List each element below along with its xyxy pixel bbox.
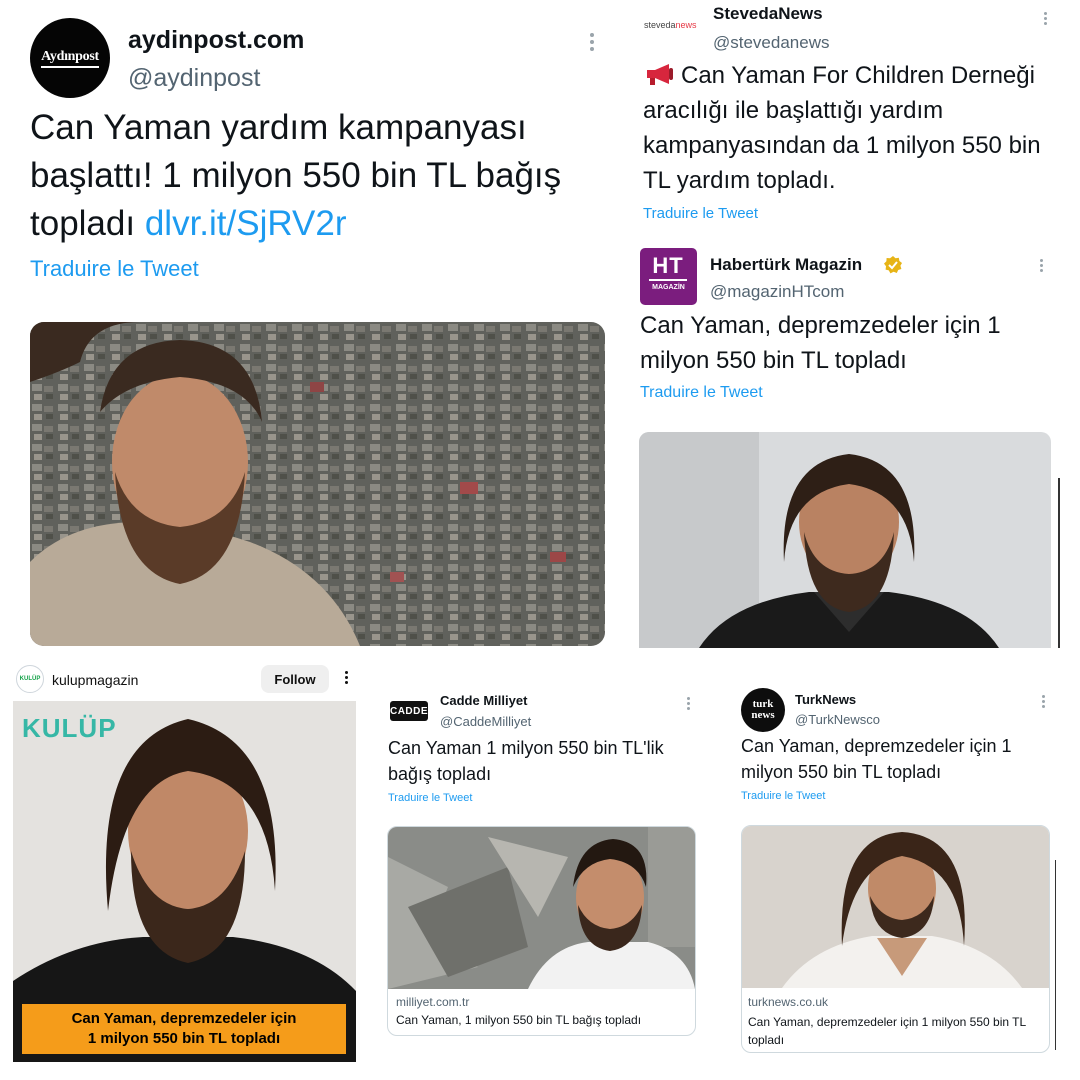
aydinpost-more-icon[interactable] [590, 33, 594, 51]
haberturk-display-name[interactable]: Habertürk Magazin [710, 255, 862, 275]
aydinpost-handle[interactable]: @aydinpost [128, 64, 260, 93]
panel3-scrollbar[interactable] [1058, 478, 1060, 648]
aydinpost-tweet-image[interactable] [30, 322, 605, 646]
banner-line-1: Can Yaman, depremzedeler için [71, 1010, 297, 1027]
turknews-more-icon[interactable] [1042, 695, 1045, 708]
kulupmagazin-headline-banner: Can Yaman, depremzedeler için 1 milyon 5… [22, 1004, 346, 1054]
verified-badge-icon [884, 256, 902, 274]
caddemilliyet-card-title: Can Yaman, 1 milyon 550 bin TL bağış top… [396, 1013, 642, 1027]
caddemilliyet-card-domain: milliyet.com.tr [396, 995, 470, 1009]
caddemilliyet-display-name[interactable]: Cadde Milliyet [440, 693, 527, 708]
haberturk-more-icon[interactable] [1040, 259, 1043, 272]
turknews-tweet-text: Can Yaman, depremzedeler için 1 milyon 5… [741, 736, 1012, 782]
caddemilliyet-more-icon[interactable] [687, 697, 690, 710]
caddemilliyet-translate-link[interactable]: Traduire le Tweet [388, 792, 472, 804]
aydinpost-display-name[interactable]: aydinpost.com [128, 26, 304, 55]
turknews-display-name[interactable]: TurkNews [795, 692, 856, 707]
turknews-translate-link[interactable]: Traduire le Tweet [741, 790, 825, 802]
kulupmagazin-avatar[interactable]: KULÜP [16, 665, 44, 693]
kulup-watermark-logo: KULÜP [22, 713, 117, 743]
caddemilliyet-handle[interactable]: @CaddeMilliyet [440, 714, 531, 729]
aydinpost-avatar-text: Aydınpost [41, 49, 99, 68]
aydinpost-tweet-text: Can Yaman yardım kampanyası başlattı! 1 … [30, 104, 610, 248]
haberturk-tweet-image[interactable] [639, 432, 1051, 648]
stevedanews-logo-accent: news [675, 20, 697, 30]
banner-line-2: 1 milyon 550 bin TL topladı [87, 1030, 281, 1047]
turknews-card-domain: turknews.co.uk [748, 995, 829, 1009]
panel6-scrollbar[interactable] [1055, 860, 1056, 1050]
caddemilliyet-tweet-text: Can Yaman 1 milyon 550 bin TL'lik bağış … [388, 738, 664, 784]
caddemilliyet-avatar[interactable]: CADDE [390, 701, 428, 721]
stevedanews-logo-text: steveda [644, 20, 676, 30]
aydinpost-avatar[interactable]: Aydınpost [30, 18, 110, 98]
aydinpost-tweet-link[interactable]: dlvr.it/SjRV2r [145, 204, 347, 243]
haberturk-avatar-sub: MAGAZİN [652, 284, 685, 291]
stevedanews-translate-link[interactable]: Traduire le Tweet [643, 205, 758, 222]
caddemilliyet-link-card[interactable]: milliyet.com.tr Can Yaman, 1 milyon 550 … [387, 826, 696, 1036]
aydinpost-translate-link[interactable]: Traduire le Tweet [30, 256, 199, 282]
kulupmagazin-more-icon[interactable] [345, 671, 348, 684]
haberturk-translate-link[interactable]: Traduire le Tweet [640, 384, 763, 402]
turknews-handle[interactable]: @TurkNewsco [795, 712, 880, 727]
stevedanews-display-name[interactable]: StevedaNews [713, 4, 823, 24]
haberturk-tweet-text: Can Yaman, depremzedeler için 1 milyon 5… [640, 312, 1001, 374]
haberturk-handle[interactable]: @magazinHTcom [710, 282, 844, 302]
stevedanews-more-icon[interactable] [1044, 12, 1047, 25]
turknews-avatar-line2: news [751, 709, 775, 721]
turknews-link-card[interactable]: turknews.co.uk Can Yaman, depremzedeler … [741, 825, 1050, 1053]
stevedanews-handle[interactable]: @stevedanews [713, 33, 830, 53]
stevedanews-tweet-text: Can Yaman For Children Derneği aracılığı… [643, 58, 1063, 198]
turknews-card-title: Can Yaman, depremzedeler için 1 milyon 5… [748, 1015, 1026, 1047]
kulupmagazin-username[interactable]: kulupmagazin [52, 672, 138, 688]
haberturk-avatar-ht: HT [649, 253, 687, 281]
follow-button[interactable]: Follow [261, 665, 329, 693]
turknews-card-image [742, 826, 1049, 988]
megaphone-icon [647, 64, 673, 85]
stevedanews-tweet-body: Can Yaman For Children Derneği aracılığı… [643, 62, 1041, 194]
haberturk-avatar[interactable]: HT MAGAZİN [640, 248, 697, 305]
caddemilliyet-card-image [388, 827, 695, 989]
turknews-avatar[interactable]: turk news [741, 688, 785, 732]
kulupmagazin-avatar-text: KULÜP [19, 676, 41, 682]
stevedanews-avatar[interactable]: stevedanews [644, 20, 704, 38]
